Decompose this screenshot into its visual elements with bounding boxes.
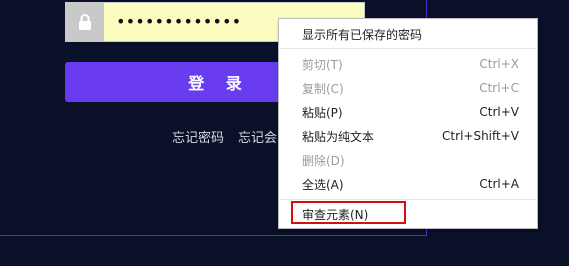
- menu-separator: [280, 48, 536, 49]
- menu-item-copy[interactable]: 复制(C) Ctrl+C: [279, 77, 537, 99]
- menu-item-label: 粘贴(P): [302, 105, 343, 120]
- menu-item-shortcut: Ctrl+V: [479, 105, 519, 119]
- menu-item-label: 显示所有已保存的密码: [302, 27, 423, 42]
- context-menu: 显示所有已保存的密码 剪切(T) Ctrl+X 复制(C) Ctrl+C 粘贴(…: [278, 18, 538, 229]
- menu-item-show-saved-passwords[interactable]: 显示所有已保存的密码: [279, 23, 537, 45]
- menu-item-label: 复制(C): [302, 81, 344, 96]
- menu-item-shortcut: Ctrl+C: [479, 81, 519, 95]
- lock-icon: [66, 3, 104, 41]
- panel-border-bottom: [0, 235, 427, 236]
- menu-item-shortcut: Ctrl+X: [479, 57, 519, 71]
- menu-item-label: 全选(A): [302, 177, 344, 192]
- menu-item-label: 粘贴为纯文本: [302, 129, 375, 144]
- menu-separator: [280, 199, 536, 200]
- menu-item-paste[interactable]: 粘贴(P) Ctrl+V: [279, 101, 537, 123]
- menu-item-label: 删除(D): [302, 153, 345, 168]
- menu-item-cut[interactable]: 剪切(T) Ctrl+X: [279, 53, 537, 75]
- menu-item-shortcut: Ctrl+Shift+V: [442, 129, 519, 143]
- menu-item-shortcut: Ctrl+A: [479, 177, 519, 191]
- menu-item-paste-plain-text[interactable]: 粘贴为纯文本 Ctrl+Shift+V: [279, 125, 537, 147]
- menu-item-label: 剪切(T): [302, 57, 343, 72]
- forgot-password-link[interactable]: 忘记密码: [172, 131, 224, 146]
- menu-item-delete[interactable]: 删除(D): [279, 149, 537, 171]
- inspect-element-highlight: [291, 201, 406, 224]
- menu-item-select-all[interactable]: 全选(A) Ctrl+A: [279, 173, 537, 195]
